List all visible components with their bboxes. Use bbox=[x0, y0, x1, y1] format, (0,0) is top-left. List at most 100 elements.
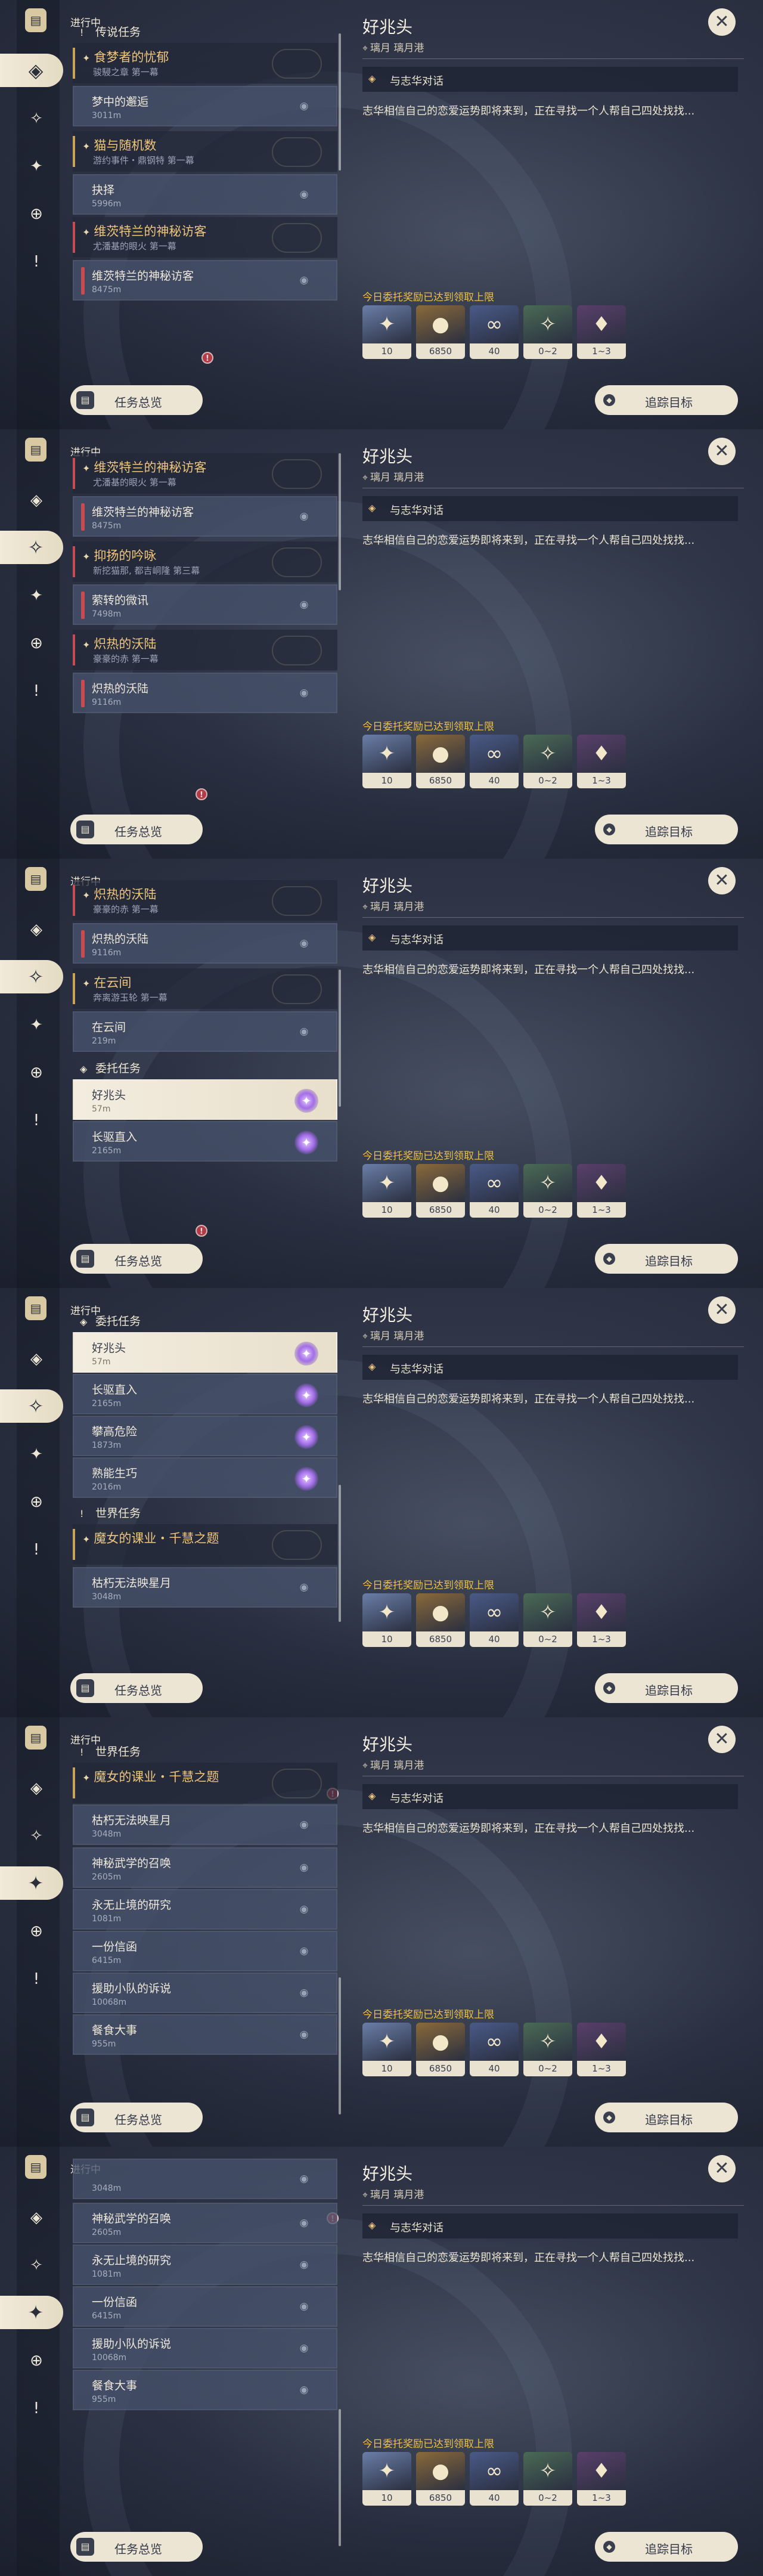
location-pin-icon[interactable]: ◉ bbox=[298, 2384, 310, 2396]
quest-step[interactable]: 永无止境的研究 1081m ◉ bbox=[73, 1889, 337, 1930]
reward-item[interactable]: ✦ 10 bbox=[362, 1593, 411, 1647]
quest-chapter[interactable]: ✦ 食梦者的忧郁 骏駸之章 第一幕 bbox=[73, 43, 337, 84]
quest-overview-button[interactable]: ▤ 任务总览 bbox=[70, 1673, 203, 1703]
world-rail-icon[interactable]: ⊕ bbox=[26, 1063, 46, 1083]
quest-step[interactable]: 餐食大事 955m ◉ bbox=[73, 2014, 337, 2055]
quest-chapter[interactable]: ✦ 魔女的课业・千慧之题 bbox=[73, 1524, 337, 1565]
location-pin-icon[interactable]: ◉ bbox=[298, 1987, 310, 1999]
rail-selected-tab[interactable]: ✧ bbox=[0, 960, 63, 993]
reward-item[interactable]: ♦ 1~3 bbox=[577, 2023, 626, 2076]
quest-chapter[interactable]: ✦ 在云间 奔离游玉轮 第一幕 bbox=[73, 968, 337, 1010]
list-scrollbar[interactable] bbox=[339, 970, 341, 1107]
reward-item[interactable]: ● 6850 bbox=[416, 1593, 465, 1647]
quest-step[interactable]: 炽热的沃陆 9116m ◉ bbox=[73, 923, 337, 964]
reward-item[interactable]: ♦ 1~3 bbox=[577, 1164, 626, 1218]
close-icon[interactable]: ✕ bbox=[708, 867, 736, 894]
quest-step[interactable]: 3048m ◉ bbox=[73, 2159, 337, 2199]
rail-selected-tab[interactable]: ✧ bbox=[0, 531, 63, 564]
reward-item[interactable]: ∞ 40 bbox=[470, 735, 519, 788]
archon-rail-icon[interactable]: ✧ bbox=[26, 1826, 46, 1846]
location-pin-icon[interactable]: ◉ bbox=[298, 599, 310, 611]
rail-selected-tab[interactable]: ✧ bbox=[0, 1389, 63, 1423]
close-icon[interactable]: ✕ bbox=[708, 8, 736, 36]
track-target-button[interactable]: ◆ 追踪目标 bbox=[595, 1673, 738, 1703]
reward-item[interactable]: ∞ 40 bbox=[470, 2452, 519, 2506]
track-target-button[interactable]: ◆ 追踪目标 bbox=[595, 385, 738, 415]
list-scrollbar[interactable] bbox=[339, 2409, 341, 2546]
commission-rail-icon[interactable]: ◈ bbox=[26, 2207, 46, 2228]
location-pin-icon[interactable]: ◉ bbox=[298, 1862, 310, 1874]
reward-item[interactable]: ✦ 10 bbox=[362, 1164, 411, 1218]
reward-item[interactable]: ● 6850 bbox=[416, 2452, 465, 2506]
quest-step[interactable]: 神秘武学的召唤 2605m ◉ bbox=[73, 2203, 337, 2243]
list-scrollbar[interactable] bbox=[339, 33, 341, 171]
reward-item[interactable]: ✧ 0~2 bbox=[523, 1164, 572, 1218]
reward-item[interactable]: ∞ 40 bbox=[470, 2023, 519, 2076]
reward-item[interactable]: ♦ 1~3 bbox=[577, 305, 626, 359]
quest-step[interactable]: 抉择 5996m ◉ bbox=[73, 174, 337, 215]
quest-step[interactable]: 枯朽无法映星月 3048m ◉ bbox=[73, 1804, 337, 1845]
quest-step[interactable]: 永无止境的研究 1081m ◉ bbox=[73, 2244, 337, 2285]
commission-rail-icon[interactable]: ◈ bbox=[26, 1778, 46, 1798]
archon-rail-icon[interactable]: ✧ bbox=[26, 109, 46, 129]
quest-step[interactable]: 好兆头 57m ✦ bbox=[73, 1332, 337, 1373]
commission-rail-icon[interactable]: ◈ bbox=[26, 919, 46, 940]
quest-overview-button[interactable]: ▤ 任务总览 bbox=[70, 815, 203, 844]
list-scrollbar[interactable] bbox=[339, 1485, 341, 1622]
commission-rail-icon[interactable]: ◈ bbox=[26, 490, 46, 510]
list-scrollbar[interactable] bbox=[339, 453, 341, 590]
reward-item[interactable]: ● 6850 bbox=[416, 1164, 465, 1218]
reward-item[interactable]: ● 6850 bbox=[416, 305, 465, 359]
location-pin-icon[interactable]: ◉ bbox=[298, 2301, 310, 2312]
location-pin-icon[interactable]: ◉ bbox=[298, 510, 310, 522]
quest-step[interactable]: 萦转的微讯 7498m ◉ bbox=[73, 584, 337, 625]
quest-book-icon[interactable]: ▤ bbox=[25, 867, 46, 891]
quest-step[interactable]: 一份信函 6415m ◉ bbox=[73, 2286, 337, 2327]
location-pin-icon[interactable]: ◉ bbox=[298, 687, 310, 699]
quest-chapter[interactable]: ✦ 维茨特兰的神秘访客 尤潘基的眼火 第一幕 bbox=[73, 453, 337, 494]
world-rail-icon[interactable]: ⊕ bbox=[26, 2351, 46, 2371]
reward-item[interactable]: ✧ 0~2 bbox=[523, 2023, 572, 2076]
quest-overview-button[interactable]: ▤ 任务总览 bbox=[70, 1244, 203, 1274]
quest-book-icon[interactable]: ▤ bbox=[25, 2155, 46, 2179]
quest-chapter[interactable]: ✦ 维茨特兰的神秘访客 尤潘基的眼火 第一幕 bbox=[73, 217, 337, 258]
reward-item[interactable]: ∞ 40 bbox=[470, 1593, 519, 1647]
exclamation-rail-icon[interactable]: ! bbox=[26, 1110, 46, 1131]
world-rail-icon[interactable]: ⊕ bbox=[26, 1492, 46, 1512]
location-pin-icon[interactable]: ◉ bbox=[298, 100, 310, 112]
reward-item[interactable]: ✦ 10 bbox=[362, 735, 411, 788]
quest-step[interactable]: 在云间 219m ◉ bbox=[73, 1011, 337, 1052]
close-icon[interactable]: ✕ bbox=[708, 438, 736, 465]
reward-item[interactable]: ♦ 1~3 bbox=[577, 735, 626, 788]
location-pin-icon[interactable]: ◉ bbox=[298, 1581, 310, 1593]
quest-chapter[interactable]: ✦ 魔女的课业・千慧之题 bbox=[73, 1763, 337, 1804]
rail-selected-tab[interactable]: ✦ bbox=[0, 2296, 63, 2329]
quest-chapter[interactable]: ✦ 炽热的沃陆 豪豪的赤 第一幕 bbox=[73, 630, 337, 671]
location-pin-icon[interactable]: ◉ bbox=[298, 2029, 310, 2041]
quest-step[interactable]: 攀高危险 1873m ✦ bbox=[73, 1416, 337, 1456]
exclamation-rail-icon[interactable]: ! bbox=[26, 2398, 46, 2419]
reward-item[interactable]: ✧ 0~2 bbox=[523, 1593, 572, 1647]
close-icon[interactable]: ✕ bbox=[708, 1726, 736, 1753]
quest-step[interactable]: 一份信函 6415m ◉ bbox=[73, 1931, 337, 1971]
reward-item[interactable]: ✦ 10 bbox=[362, 2452, 411, 2506]
track-target-button[interactable]: ◆ 追踪目标 bbox=[595, 2532, 738, 2562]
reward-item[interactable]: ✦ 10 bbox=[362, 2023, 411, 2076]
reward-item[interactable]: ✧ 0~2 bbox=[523, 305, 572, 359]
location-pin-icon[interactable]: ◉ bbox=[298, 1945, 310, 1957]
quest-step[interactable]: 维茨特兰的神秘访客 8475m ◉ bbox=[73, 260, 337, 301]
exclamation-rail-icon[interactable]: ! bbox=[26, 252, 46, 272]
location-pin-icon[interactable]: ◉ bbox=[298, 937, 310, 949]
list-scrollbar[interactable] bbox=[339, 1977, 341, 2114]
track-target-button[interactable]: ◆ 追踪目标 bbox=[595, 1244, 738, 1274]
exclamation-rail-icon[interactable]: ! bbox=[26, 681, 46, 701]
reward-item[interactable]: ● 6850 bbox=[416, 735, 465, 788]
close-icon[interactable]: ✕ bbox=[708, 1296, 736, 1324]
location-pin-icon[interactable]: ◉ bbox=[298, 1819, 310, 1831]
exclamation-rail-icon[interactable]: ! bbox=[26, 1969, 46, 1989]
reward-item[interactable]: ● 6850 bbox=[416, 2023, 465, 2076]
quest-step[interactable]: 援助小队的诉说 10068m ◉ bbox=[73, 2328, 337, 2368]
quest-overview-button[interactable]: ▤ 任务总览 bbox=[70, 2103, 203, 2132]
location-pin-icon[interactable]: ◉ bbox=[298, 1026, 310, 1038]
quest-step[interactable]: 援助小队的诉说 10068m ◉ bbox=[73, 1973, 337, 2013]
